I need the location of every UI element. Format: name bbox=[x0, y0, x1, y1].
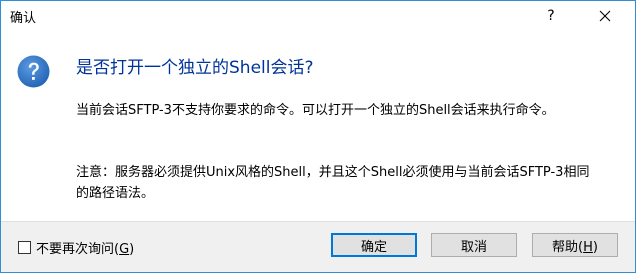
checkbox-label: 不要再次询问(G) bbox=[36, 238, 134, 257]
title-bar: 确认 ? bbox=[1, 1, 635, 31]
message-paragraph-2: 注意：服务器必须提供Unix风格的Shell，并且这个Shell必须使用与当前会… bbox=[76, 165, 590, 201]
window-title: 确认 bbox=[10, 11, 37, 26]
checkbox-label-prefix: 不要再次询问( bbox=[36, 242, 120, 257]
question-icon bbox=[17, 55, 50, 88]
ok-button-label: 确定 bbox=[360, 239, 387, 255]
help-label-suffix: ) bbox=[592, 239, 598, 255]
button-bar: 不要再次询问(G) 确定 取消 帮助(H) bbox=[1, 221, 635, 272]
help-glyph: ? bbox=[547, 8, 555, 24]
help-button-label: 帮助(H) bbox=[552, 236, 598, 255]
ok-button[interactable]: 确定 bbox=[331, 233, 417, 257]
dialog-heading: 是否打开一个独立的Shell会话? bbox=[76, 58, 314, 78]
message-area: 是否打开一个独立的Shell会话? 当前会话SFTP-3不支持你要求的命令。可以… bbox=[1, 31, 635, 221]
checkbox-accel-key: G bbox=[119, 242, 130, 257]
cancel-button-label: 取消 bbox=[460, 239, 487, 255]
title-close-button[interactable] bbox=[582, 1, 628, 31]
close-icon bbox=[599, 10, 611, 22]
checkbox-label-suffix: ) bbox=[129, 242, 135, 257]
message-paragraph-1: 当前会话SFTP-3不支持你要求的命令。可以打开一个独立的Shell会话来执行命… bbox=[76, 103, 555, 118]
title-help-button[interactable]: ? bbox=[528, 1, 574, 31]
confirm-dialog: 确认 ? 是否打开一个独立的Shell会话? 当前会话SFTP-3不支持你要求的… bbox=[0, 0, 636, 273]
cancel-button[interactable]: 取消 bbox=[431, 233, 517, 257]
help-accel-key: H bbox=[583, 239, 593, 255]
help-label-prefix: 帮助( bbox=[552, 239, 584, 255]
help-button[interactable]: 帮助(H) bbox=[532, 233, 618, 257]
checkbox-box[interactable] bbox=[18, 241, 31, 254]
dont-ask-again-checkbox[interactable]: 不要再次询问(G) bbox=[18, 238, 134, 257]
